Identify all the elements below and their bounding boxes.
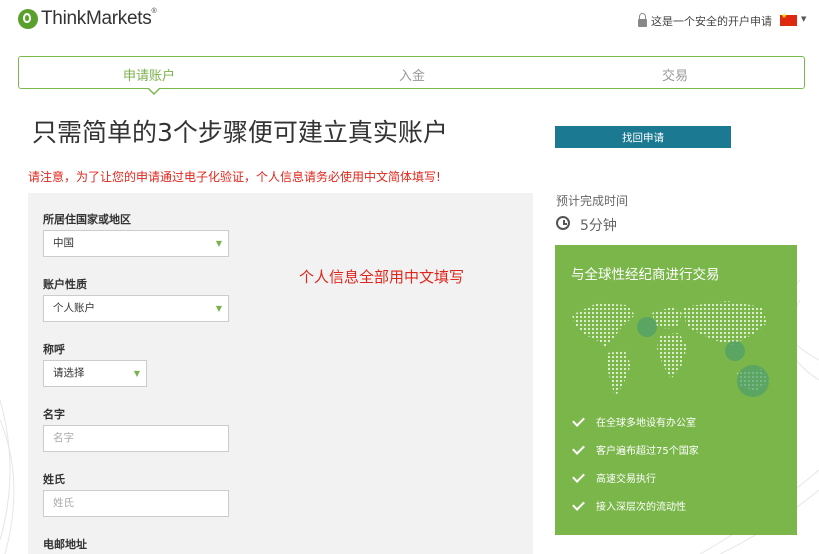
retrieve-application-button[interactable]: 找回申请 (555, 126, 731, 148)
secure-application-note: 这是一个安全的开户申请 (638, 13, 772, 29)
brand-logo[interactable]: ThinkMarkets® (18, 8, 157, 30)
country-value: 中国 (53, 237, 74, 249)
eta-label: 预计完成时间 (556, 194, 629, 208)
salutation-select[interactable]: 请选择 ▼ (43, 360, 147, 387)
check-icon (572, 441, 585, 455)
feature-item: 客户遍布超过75个国家 (572, 441, 699, 457)
chinese-input-notice: 请注意，为了让您的申请通过电子化验证，个人信息请务必使用中文简体填写! (28, 170, 441, 184)
first-name-label: 名字 (43, 408, 65, 421)
account-type-label: 账户性质 (43, 278, 87, 291)
last-name-label: 姓氏 (43, 473, 65, 486)
eta-value: 5分钟 (580, 218, 617, 234)
brand-name: ThinkMarkets® (41, 8, 157, 29)
feature-item: 在全球多地设有办公室 (572, 413, 696, 429)
lock-icon (638, 13, 647, 27)
check-icon (572, 413, 585, 427)
check-icon (572, 469, 585, 483)
salutation-value: 请选择 (53, 367, 85, 379)
feature-item: 接入深层次的流动性 (572, 497, 686, 513)
last-name-input[interactable]: 姓氏 (43, 490, 229, 517)
world-map-icon (572, 301, 769, 397)
feature-text: 高速交易执行 (596, 474, 656, 485)
clock-icon (556, 216, 570, 230)
account-type-value: 个人账户 (53, 302, 95, 314)
feature-text: 接入深层次的流动性 (596, 502, 686, 513)
feature-text: 客户遍布超过75个国家 (596, 446, 699, 457)
bulb-logo-icon (18, 9, 38, 29)
check-icon (572, 497, 585, 511)
chevron-down-icon: ▼ (133, 369, 140, 378)
email-label: 电邮地址 (43, 538, 87, 551)
feature-text: 在全球多地设有办公室 (596, 418, 696, 429)
step-trade: 交易 (662, 69, 689, 84)
feature-item: 高速交易执行 (572, 469, 656, 485)
active-step-pointer (147, 87, 161, 95)
step-apply-account: 申请账户 (123, 69, 176, 84)
china-flag-icon[interactable] (780, 12, 797, 26)
step-deposit: 入金 (399, 69, 426, 84)
page-title: 只需简单的3个步骤便可建立真实账户 (32, 118, 448, 147)
account-type-select[interactable]: 个人账户 ▼ (43, 295, 229, 322)
chevron-down-icon: ▼ (215, 304, 222, 313)
country-select[interactable]: 中国 ▼ (43, 230, 229, 257)
first-name-input[interactable]: 名字 (43, 425, 229, 452)
chinese-fill-annotation: 个人信息全部用中文填写 (299, 268, 465, 286)
step-progress-bar: 申请账户 入金 交易 (18, 56, 805, 89)
global-broker-promo: 与全球性经纪商进行交易 在全球多地设有办公室 客户遍布超过75个国家 高速交易执… (555, 245, 797, 535)
salutation-label: 称呼 (43, 343, 65, 356)
chevron-down-icon: ▼ (215, 239, 222, 248)
secure-text: 这是一个安全的开户申请 (651, 15, 772, 28)
promo-title: 与全球性经纪商进行交易 (571, 267, 720, 283)
language-caret-icon[interactable]: ▼ (801, 15, 806, 23)
country-label: 所居住国家或地区 (43, 213, 131, 226)
